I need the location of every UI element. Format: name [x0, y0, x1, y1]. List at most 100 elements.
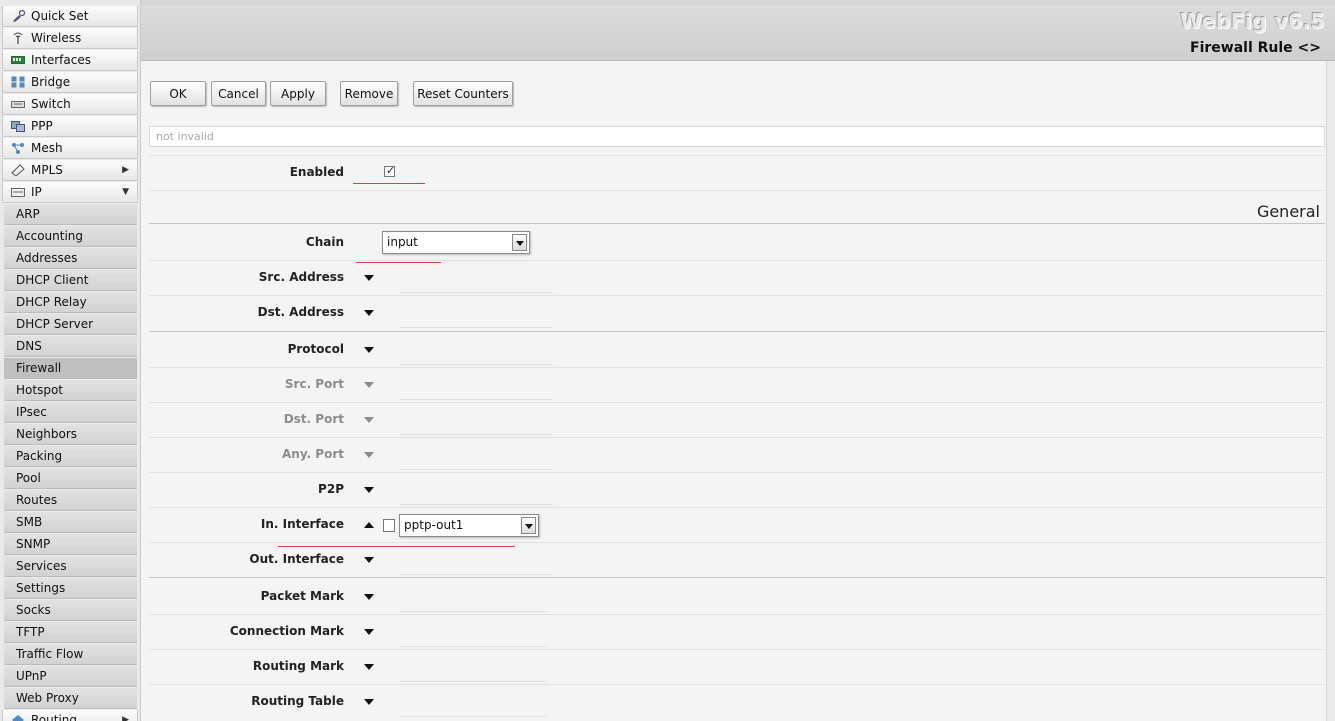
row-divider — [149, 507, 1325, 508]
value-underline — [400, 504, 553, 505]
row-divider — [149, 367, 1325, 368]
routing-mark-label: Routing Mark — [252, 659, 344, 673]
sidebar-item-interfaces[interactable]: Interfaces — [2, 50, 138, 71]
brand-logo: WebFig v6.5 — [1180, 9, 1325, 33]
annotation-underline — [278, 546, 515, 547]
row-divider — [149, 402, 1325, 403]
sidebar-subitem-arp[interactable]: ARP — [4, 204, 137, 225]
expand-triangle-icon[interactable] — [364, 310, 374, 316]
chevron-down-icon: ▼ — [122, 187, 129, 197]
sidebar-item-mesh[interactable]: Mesh — [2, 138, 138, 159]
chevron-right-icon: ▶ — [122, 715, 129, 721]
chevron-down-icon[interactable] — [521, 517, 536, 534]
row-divider — [149, 614, 1325, 615]
sidebar-item-label: MPLS — [31, 163, 63, 177]
value-underline — [400, 327, 553, 328]
dst-port-label: Dst. Port — [283, 412, 344, 426]
chain-select-value: input — [387, 235, 418, 249]
in-interface-select[interactable]: pptp-out1 — [399, 514, 539, 537]
expand-triangle-icon — [364, 417, 374, 423]
in-interface-select-value: pptp-out1 — [404, 518, 464, 532]
sidebar-item-label: PPP — [31, 119, 53, 133]
enabled-checkbox[interactable]: ✓ — [384, 164, 396, 177]
ip-icon — [11, 186, 25, 198]
expand-triangle-icon[interactable] — [364, 699, 374, 705]
src-address-label: Src. Address — [258, 270, 344, 284]
reset-counters-button[interactable]: Reset Counters — [413, 81, 513, 106]
in-interface-negate-checkbox[interactable] — [383, 519, 395, 532]
sidebar-item-label: Routing — [31, 713, 78, 721]
value-underline — [400, 716, 547, 717]
expand-triangle-icon[interactable] — [364, 275, 374, 281]
value-underline — [400, 681, 547, 682]
row-divider — [149, 260, 1325, 261]
chain-label: Chain — [305, 235, 344, 249]
section-divider — [149, 577, 1325, 578]
sidebar-subitem-addresses[interactable]: Addresses — [4, 248, 137, 269]
value-underline — [400, 611, 547, 612]
routing-icon — [11, 714, 25, 721]
value-underline — [400, 434, 553, 435]
sidebar-item-ip[interactable]: IP ▼ — [2, 182, 138, 203]
sidebar-item-routing[interactable]: Routing ▶ — [2, 710, 138, 721]
mpls-icon — [11, 164, 25, 177]
expand-triangle-icon — [364, 452, 374, 458]
bridge-icon — [11, 76, 25, 88]
connection-mark-label: Connection Mark — [229, 624, 344, 638]
section-title-general: General — [1256, 202, 1320, 221]
sidebar-subitem-socks[interactable]: Socks — [4, 600, 137, 621]
protocol-label: Protocol — [287, 342, 344, 356]
sidebar-item-quick-set[interactable]: Quick Set — [2, 6, 138, 27]
expand-triangle-icon[interactable] — [364, 487, 374, 493]
interfaces-icon — [11, 54, 25, 66]
row-divider — [149, 155, 1325, 156]
any-port-label: Any. Port — [282, 447, 344, 461]
chain-select[interactable]: input — [382, 231, 530, 254]
out-interface-label: Out. Interface — [249, 552, 344, 566]
sidebar-item-label: Wireless — [31, 31, 82, 45]
expand-triangle-icon[interactable] — [364, 594, 374, 600]
sidebar-item-label: Interfaces — [31, 53, 91, 67]
collapse-triangle-icon[interactable] — [364, 522, 374, 528]
sidebar-item-wireless[interactable]: Wireless — [2, 28, 138, 49]
wireless-icon — [11, 32, 25, 44]
apply-button[interactable]: Apply — [270, 81, 326, 106]
row-divider — [149, 437, 1325, 438]
ok-button[interactable]: OK — [150, 81, 206, 106]
sidebar-item-ppp[interactable]: PPP — [2, 116, 138, 137]
expand-triangle-icon[interactable] — [364, 347, 374, 353]
packet-mark-label: Packet Mark — [260, 589, 344, 603]
checkmark-icon: ✓ — [386, 164, 396, 177]
row-divider — [149, 472, 1325, 473]
annotation-underline — [353, 183, 425, 184]
scrollbar[interactable] — [1326, 61, 1335, 721]
sidebar-subitem-firewall[interactable]: Firewall — [4, 358, 137, 379]
routing-table-label: Routing Table — [251, 694, 344, 708]
remove-button[interactable]: Remove — [340, 81, 398, 106]
annotation-underline — [356, 262, 441, 263]
chevron-down-icon[interactable] — [512, 234, 527, 251]
expand-triangle-icon[interactable] — [364, 557, 374, 563]
row-divider — [149, 190, 1325, 191]
section-divider — [149, 331, 1325, 332]
sidebar-item-bridge[interactable]: Bridge — [2, 72, 138, 93]
status-field: not invalid — [149, 126, 1325, 147]
sidebar-item-switch[interactable]: Switch — [2, 94, 138, 115]
expand-triangle-icon[interactable] — [364, 664, 374, 670]
row-divider — [149, 295, 1325, 296]
sidebar-item-label: Mesh — [31, 141, 63, 155]
row-divider — [149, 684, 1325, 685]
sidebar-item-label: IP — [31, 185, 42, 199]
p2p-label: P2P — [318, 482, 344, 496]
section-divider — [149, 223, 1325, 224]
page-title: Firewall Rule <> — [1190, 40, 1321, 56]
value-underline — [400, 399, 553, 400]
dst-address-label: Dst. Address — [257, 305, 344, 319]
expand-triangle-icon — [364, 382, 374, 388]
sidebar-item-label: Switch — [31, 97, 71, 111]
in-interface-label: In. Interface — [260, 517, 344, 531]
expand-triangle-icon[interactable] — [364, 629, 374, 635]
cancel-button[interactable]: Cancel — [211, 81, 266, 106]
enabled-label: Enabled — [289, 165, 344, 179]
sidebar-subitem-neighbors[interactable]: Neighbors — [4, 424, 137, 445]
